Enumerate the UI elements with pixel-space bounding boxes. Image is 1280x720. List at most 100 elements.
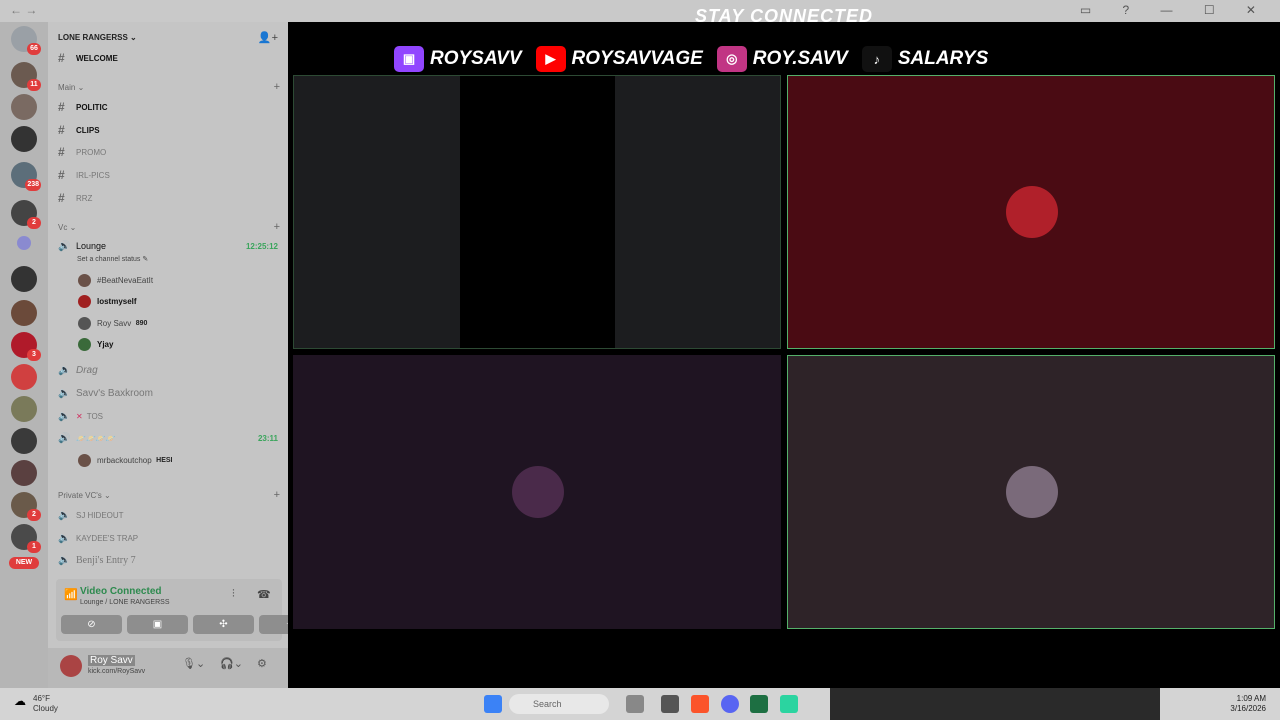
category-main[interactable]: Main ⌄ + [58, 81, 280, 93]
system-clock[interactable]: 1:09 AM 3/16/2026 [1230, 694, 1266, 714]
category-private-vcs[interactable]: Private VC's ⌄ + [58, 489, 280, 501]
voice-member[interactable]: mrbackoutchop HESI [78, 452, 173, 468]
server-icon[interactable] [11, 126, 37, 152]
speaker-icon: 🔈 [58, 387, 71, 399]
file-explorer-icon[interactable] [661, 695, 679, 713]
hash-icon: # [58, 168, 65, 182]
channel-irl-pics[interactable]: # IRL-PICS [58, 166, 280, 184]
speaker-icon: 🔊 [58, 432, 71, 444]
channel-clips[interactable]: # CLIPS [58, 121, 280, 139]
discord-icon[interactable] [721, 695, 739, 713]
voice-channel-lounge[interactable]: 🔊 Lounge 12:25:12 [58, 237, 280, 255]
server-folder-icon[interactable]: 2 [11, 200, 41, 229]
server-icon[interactable] [11, 428, 37, 454]
server-list: 66 11 238 2 3 2 1 NEW [0, 22, 48, 688]
social-youtube: ▶ ROYSAVVAGE [535, 46, 703, 72]
channel-rrz[interactable]: # RRZ [58, 189, 280, 207]
voice-channel-tos[interactable]: 🔈 ✕ TOS [58, 407, 280, 425]
call-timer: 23:11 [257, 433, 278, 443]
category-vc[interactable]: Vc ⌄ + [58, 221, 280, 233]
badge: 3 [27, 349, 41, 361]
voice-channel-baxkroom[interactable]: 🔈 Savv's Baxkroom [58, 384, 280, 402]
home-discord-icon[interactable]: 66 [11, 26, 41, 55]
voice-member[interactable]: Yjay [78, 336, 113, 352]
username[interactable]: Roy Savv [88, 655, 135, 666]
speaker-icon: 🔈 [58, 410, 71, 422]
video-tile[interactable] [293, 75, 781, 349]
server-icon[interactable] [11, 364, 37, 390]
video-tile[interactable] [293, 355, 781, 629]
x-icon: ✕ [76, 411, 83, 421]
channel-politic[interactable]: # POLITIC [58, 98, 280, 116]
brave-browser-icon[interactable] [691, 695, 709, 713]
server-icon[interactable] [11, 94, 37, 120]
voice-channel-sj-hideout[interactable]: 🔈 SJ HIDEOUT [58, 506, 280, 524]
server-icon[interactable] [11, 266, 37, 292]
channel-welcome[interactable]: # WELCOME [58, 49, 280, 67]
weather-widget[interactable]: 46°F Cloudy [33, 694, 58, 714]
instagram-icon: ◎ [716, 46, 747, 72]
social-instagram: ◎ ROY.SAVV [716, 46, 848, 72]
server-icon[interactable]: 3 [11, 332, 41, 361]
speaker-icon: 🔈 [58, 509, 71, 521]
app-icon[interactable] [780, 695, 798, 713]
badge: 2 [27, 217, 41, 229]
voice-location[interactable]: Lounge / LONE RANGERSS [80, 599, 170, 606]
video-tile-speaking[interactable] [787, 75, 1275, 349]
headphones-icon[interactable]: 🎧⌄ [220, 657, 243, 670]
disconnect-icon[interactable]: ☎ [257, 588, 271, 601]
add-member-icon[interactable]: 👤+ [258, 31, 278, 44]
member-tag: 890 [135, 319, 148, 327]
server-icon[interactable]: 11 [11, 62, 41, 91]
channel-promo[interactable]: # PROMO [58, 143, 280, 161]
voice-channel-planets[interactable]: 🔊 🪐🪐🪐🪐 23:11 [58, 429, 280, 447]
taskbar-wallpaper-art [830, 688, 1160, 720]
back-forward-arrows-icon[interactable]: ← → [10, 3, 37, 17]
voice-member[interactable]: lostmyself [78, 293, 137, 309]
taskbar-search[interactable]: Search [509, 694, 609, 714]
voice-channel-benji[interactable]: 🔈 Benji's Entry 7 [58, 551, 280, 569]
speaker-icon: 🔈 [58, 364, 71, 376]
avatar [78, 453, 91, 467]
add-channel-icon[interactable]: + [274, 489, 280, 501]
windows-start-icon[interactable] [484, 695, 502, 713]
mic-icon[interactable]: 🎙⌄ [182, 657, 205, 670]
camera-off-button[interactable]: ⊘ [61, 615, 122, 634]
excel-icon[interactable] [750, 695, 768, 713]
server-dot-icon[interactable] [17, 236, 31, 250]
signal-icon: 📶 [64, 589, 78, 601]
video-tile-speaking[interactable] [787, 355, 1275, 629]
server-icon[interactable]: 1 [11, 524, 41, 553]
voice-member[interactable]: Roy Savv 890 [78, 315, 147, 331]
voice-channel-drag[interactable]: 🔈 Drag [58, 361, 280, 379]
channel-status[interactable]: Set a channel status ✎ [77, 255, 148, 263]
screen-share-button[interactable]: ▣ [127, 615, 188, 634]
avatar [1006, 466, 1058, 518]
voice-channel-kaydee[interactable]: 🔈 KAYDEE'S TRAP [58, 529, 280, 547]
avatar[interactable] [60, 655, 82, 677]
server-folder-icon[interactable]: 238 [11, 162, 41, 191]
server-icon[interactable] [11, 460, 37, 486]
add-channel-icon[interactable]: + [274, 221, 280, 233]
server-icon[interactable]: 2 [11, 492, 41, 521]
add-channel-icon[interactable]: + [274, 81, 280, 93]
speaker-icon: 🔈 [58, 532, 71, 544]
badge: 2 [27, 509, 41, 521]
app-icon[interactable] [626, 695, 644, 713]
channel-sidebar: LONE RANGERSS ⌄ 👤+ # WELCOME Main ⌄ + # POL… [48, 22, 321, 688]
hash-icon: # [58, 51, 65, 65]
badge: 1 [27, 541, 41, 553]
social-tiktok: ♪ SALARYS [861, 46, 988, 72]
voice-member[interactable]: #BeatNevaEatIt [78, 272, 153, 288]
noise-suppression-icon[interactable]: ⫶ [232, 588, 235, 601]
user-panel: Roy Savv kick.com/RoySavv 🎙⌄ 🎧⌄ ⚙ [48, 648, 288, 688]
server-name[interactable]: LONE RANGERSS ⌄ [58, 33, 137, 42]
custom-status: kick.com/RoySavv [88, 668, 146, 675]
gear-icon[interactable]: ⚙ [257, 657, 267, 670]
server-icon[interactable] [11, 396, 37, 422]
server-icon[interactable] [11, 300, 37, 326]
activities-button[interactable]: ✣ [193, 615, 254, 634]
new-badge: NEW [9, 557, 39, 569]
avatar [78, 294, 91, 308]
hash-icon: # [58, 191, 65, 205]
